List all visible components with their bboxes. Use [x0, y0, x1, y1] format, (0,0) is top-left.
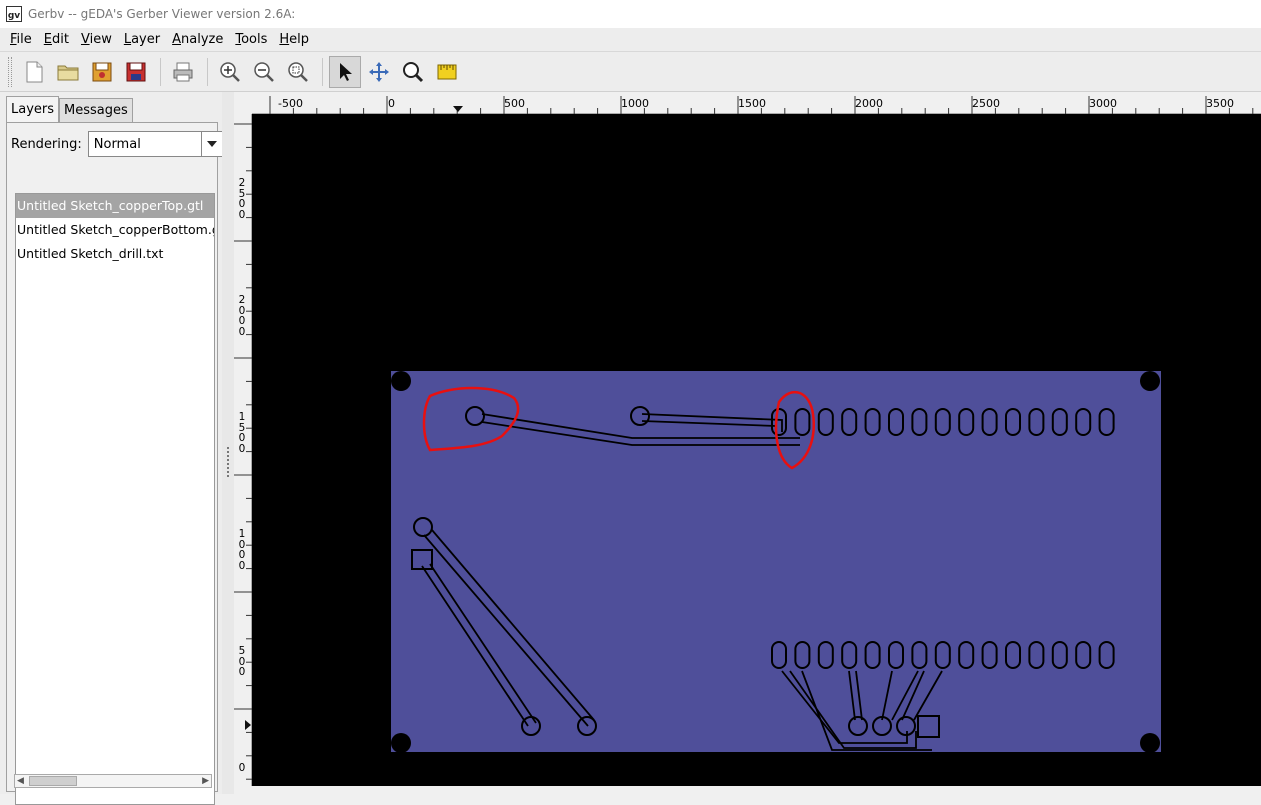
print-icon: [173, 62, 193, 81]
dropdown-arrow-icon[interactable]: [200, 132, 223, 156]
zoom-tool-button[interactable]: [397, 56, 429, 88]
layer-item[interactable]: Untitled Sketch_drill.txt: [16, 242, 214, 266]
canvas-hscrollbar[interactable]: [234, 786, 1261, 794]
hruler-label: 2000: [855, 97, 883, 110]
zoom-in-button[interactable]: [214, 56, 246, 88]
horizontal-ruler: -500 0 500 1000 1500 2000 2500 3000 3500: [252, 96, 1261, 114]
rendering-label: Rendering:: [11, 136, 82, 152]
vruler-label: 1500: [238, 411, 246, 455]
layer-list: Untitled Sketch_copperTop.gtl Untitled S…: [15, 193, 215, 805]
new-file-icon: [26, 61, 43, 82]
new-file-button[interactable]: [18, 56, 50, 88]
vertical-ruler: 2500 2000 1500 1000 500 0: [234, 114, 252, 794]
splitter-grip: [227, 447, 229, 477]
mounting-hole: [1140, 733, 1160, 753]
vruler-label: 0: [238, 762, 246, 774]
menu-item-view[interactable]: View: [75, 32, 118, 47]
menu-item-analyze[interactable]: Analyze: [166, 32, 229, 47]
pan-icon: [369, 61, 389, 82]
hruler-label: 0: [388, 97, 395, 110]
menu-item-tools[interactable]: Tools: [229, 32, 273, 47]
pointer-icon: [340, 62, 352, 81]
tab-label: Layers: [11, 102, 55, 117]
vruler-label: 1000: [238, 528, 246, 572]
gerber-canvas[interactable]: [252, 114, 1261, 786]
hruler-label: 3500: [1206, 97, 1234, 110]
revert-icon: [92, 62, 112, 81]
mounting-hole: [391, 733, 411, 753]
hruler-label: 2500: [972, 97, 1000, 110]
vruler-label: 500: [238, 645, 246, 678]
layer-list-hscrollbar[interactable]: ◀ ▶: [14, 774, 212, 788]
scroll-right-icon[interactable]: ▶: [202, 776, 209, 786]
tab-messages[interactable]: Messages: [59, 98, 133, 122]
hruler-label: 3000: [1089, 97, 1117, 110]
pcb-render[interactable]: [252, 114, 1261, 786]
zoom-out-icon: [254, 61, 274, 82]
layers-tab-panel: Rendering: Normal Untitled Sketch_copper…: [6, 122, 224, 805]
measure-icon: [437, 64, 457, 79]
hruler-label: 500: [504, 97, 525, 110]
zoom-in-icon: [220, 61, 240, 82]
scroll-left-icon[interactable]: ◀: [17, 776, 24, 786]
hruler-cursor-marker-icon: [453, 106, 463, 112]
hruler-label: 1000: [621, 97, 649, 110]
rendering-value: Normal: [93, 136, 141, 152]
title-bar: gv Gerbv -- gEDA's Gerber Viewer version…: [0, 0, 1261, 28]
sidebar-tabs: Layers Messages: [6, 96, 133, 122]
save-icon: [126, 62, 146, 81]
mounting-hole: [391, 371, 411, 391]
hruler-label: 1500: [738, 97, 766, 110]
toolbar: [0, 52, 1261, 92]
menu-item-edit[interactable]: Edit: [38, 32, 75, 47]
rendering-row: Rendering: Normal: [11, 131, 224, 157]
layer-item[interactable]: Untitled Sketch_copperTop.gtl: [16, 194, 214, 218]
tab-label: Messages: [64, 103, 128, 118]
zoom-fit-icon: [288, 61, 308, 82]
hruler-label: -500: [278, 97, 303, 110]
toolbar-separator: [207, 57, 208, 86]
window-title: Gerbv -- gEDA's Gerber Viewer version 2.…: [28, 7, 296, 21]
open-button[interactable]: [52, 56, 84, 88]
zoom-fit-button[interactable]: [282, 56, 314, 88]
open-folder-icon: [57, 65, 79, 80]
tab-layers[interactable]: Layers: [6, 96, 60, 122]
toolbar-separator: [160, 57, 161, 86]
revert-button[interactable]: [86, 56, 118, 88]
toolbar-separator: [322, 57, 323, 86]
layer-item[interactable]: Untitled Sketch_copperBottom.gbl: [16, 218, 214, 242]
menu-bar: File Edit View Layer Analyze Tools Help: [0, 28, 1261, 52]
app-icon: gv: [6, 6, 22, 22]
save-button[interactable]: [120, 56, 152, 88]
mounting-hole: [1140, 371, 1160, 391]
menu-item-layer[interactable]: Layer: [118, 32, 166, 47]
zoom-out-button[interactable]: [248, 56, 280, 88]
zoom-tool-icon: [403, 61, 424, 82]
pan-tool-button[interactable]: [363, 56, 395, 88]
print-button[interactable]: [167, 56, 199, 88]
rendering-select[interactable]: Normal: [87, 131, 224, 157]
toolbar-grip[interactable]: [8, 56, 12, 87]
pane-splitter[interactable]: [222, 92, 234, 794]
svg-text:gv: gv: [8, 11, 20, 21]
vruler-label: 2000: [238, 294, 246, 338]
scrollbar-thumb[interactable]: [29, 776, 77, 786]
vruler-cursor-marker-icon: [245, 720, 251, 730]
menu-item-file[interactable]: File: [4, 32, 38, 47]
sidebar: Layers Messages Rendering: Normal Untitl…: [0, 92, 224, 805]
menu-item-help[interactable]: Help: [273, 32, 315, 47]
measure-tool-button[interactable]: [431, 56, 463, 88]
pointer-tool-button[interactable]: [329, 55, 361, 88]
vruler-label: 2500: [238, 177, 246, 221]
